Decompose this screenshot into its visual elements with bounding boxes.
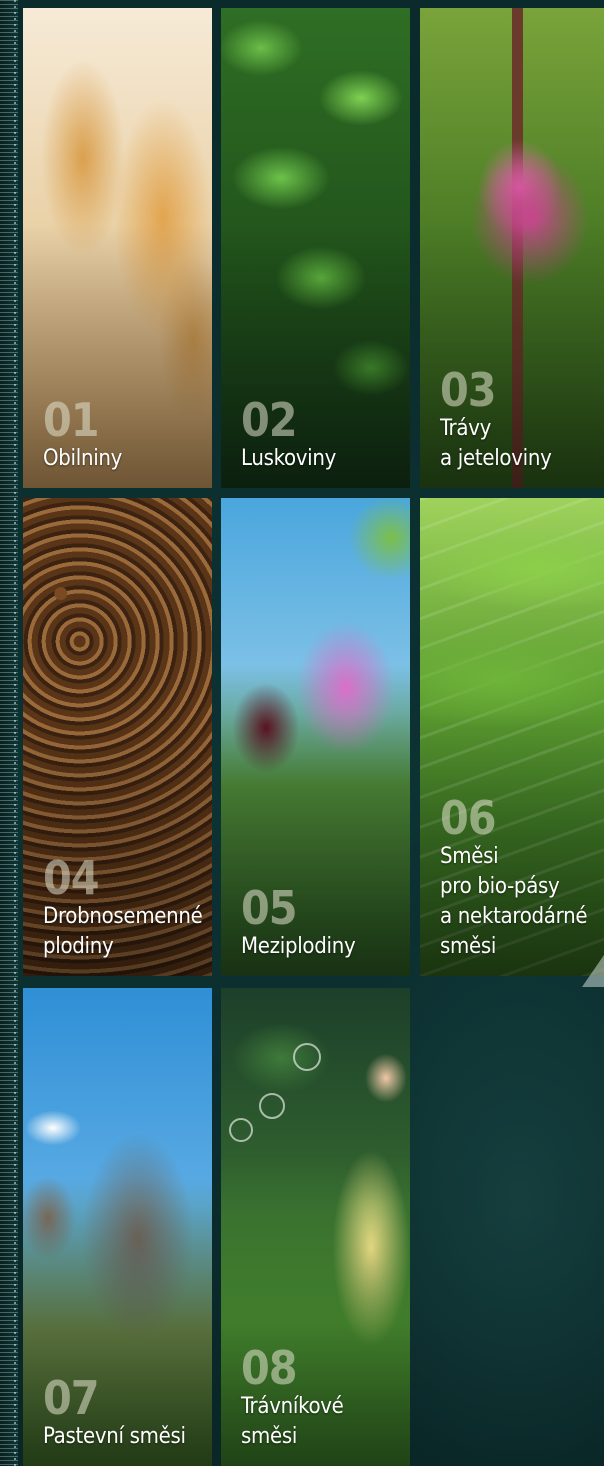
tile-obilniny[interactable]: 01 Obilniny bbox=[23, 8, 212, 488]
tile-label: Meziplodiny bbox=[241, 934, 356, 959]
tile-number: 05 bbox=[241, 881, 298, 935]
bubble-icon bbox=[229, 1118, 253, 1142]
tile-luskoviny[interactable]: 02 Luskoviny bbox=[221, 8, 410, 488]
tile-label: Drobnosemenné plodiny bbox=[43, 904, 203, 959]
tile-number: 01 bbox=[43, 393, 100, 447]
tile-number: 06 bbox=[440, 791, 497, 845]
tile-label: Trávníkové směsi bbox=[241, 1394, 344, 1449]
decorative-triangle bbox=[582, 955, 604, 987]
tile-label: Luskoviny bbox=[241, 446, 337, 471]
tile-travy-a-jeteloviny[interactable]: 03 Trávy a jeteloviny bbox=[420, 8, 604, 488]
tile-label: Pastevní směsi bbox=[43, 1424, 186, 1449]
tile-caption: 08 Trávníkové směsi bbox=[241, 1344, 404, 1452]
tile-caption: 04 Drobnosemenné plodiny bbox=[43, 854, 206, 962]
bubble-icon bbox=[293, 1043, 321, 1071]
tile-number: 03 bbox=[440, 363, 497, 417]
decorative-edge-strip bbox=[0, 0, 18, 1466]
tile-number: 08 bbox=[241, 1341, 298, 1395]
tile-label: Trávy a jeteloviny bbox=[440, 416, 552, 471]
tile-label: Obilniny bbox=[43, 446, 123, 471]
tile-caption: 03 Trávy a jeteloviny bbox=[440, 366, 598, 474]
tile-number: 02 bbox=[241, 393, 298, 447]
tile-caption: 02 Luskoviny bbox=[241, 396, 404, 474]
tile-number: 04 bbox=[43, 851, 100, 905]
tile-label: Směsi pro bio-pásy a nektarodárné směsi bbox=[440, 844, 588, 959]
tile-caption: 06 Směsi pro bio-pásy a nektarodárné smě… bbox=[440, 794, 598, 962]
tile-drobnosemenne-plodiny[interactable]: 04 Drobnosemenné plodiny bbox=[23, 498, 212, 976]
tile-caption: 05 Meziplodiny bbox=[241, 884, 404, 962]
tile-caption: 07 Pastevní směsi bbox=[43, 1374, 206, 1452]
tile-pastevni-smesi[interactable]: 07 Pastevní směsi bbox=[23, 988, 212, 1466]
tile-caption: 01 Obilniny bbox=[43, 396, 206, 474]
tile-number: 07 bbox=[43, 1371, 100, 1425]
tile-travnikove-smesi[interactable]: 08 Trávníkové směsi bbox=[221, 988, 410, 1466]
tile-meziplodiny[interactable]: 05 Meziplodiny bbox=[221, 498, 410, 976]
bubble-icon bbox=[259, 1093, 285, 1119]
tile-smesi-pro-bio-pasy[interactable]: 06 Směsi pro bio-pásy a nektarodárné smě… bbox=[420, 498, 604, 976]
